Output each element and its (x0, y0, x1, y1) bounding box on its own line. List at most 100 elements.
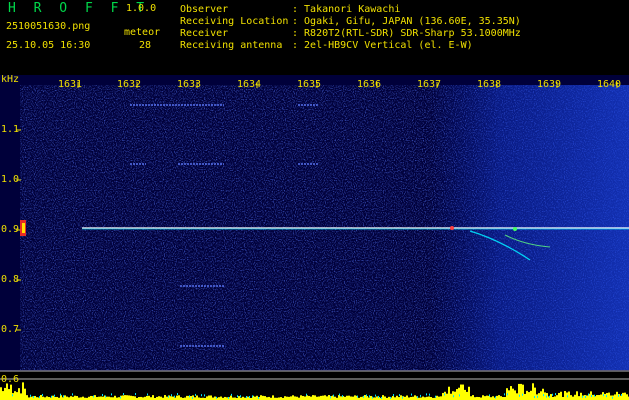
level-trace (135, 393, 136, 396)
level-trace (435, 395, 436, 398)
level-bar (2, 391, 4, 400)
level-trace (417, 396, 418, 399)
level-bar (366, 396, 368, 400)
level-trace (237, 395, 238, 398)
level-trace (258, 396, 259, 399)
level-bar (24, 388, 26, 400)
level-trace (594, 394, 595, 397)
time-label: 1638 (477, 79, 502, 90)
level-trace (618, 394, 619, 397)
level-trace (369, 395, 370, 398)
spectrogram-plot (0, 75, 629, 400)
level-bar (196, 395, 198, 400)
info-key-observer: Observer (180, 4, 229, 15)
level-trace (339, 393, 340, 396)
level-trace (420, 394, 421, 397)
mode-label: meteor (124, 27, 161, 38)
level-bar (614, 394, 616, 400)
level-bar (300, 395, 302, 400)
level-bar (376, 396, 378, 400)
header-panel: H R O F F T 1.0.0 2510051630.png meteor … (0, 0, 629, 75)
time-label: 1637 (417, 79, 442, 90)
level-bar (604, 393, 606, 400)
level-trace (549, 395, 550, 398)
level-bar (328, 395, 330, 400)
level-bar (580, 392, 582, 400)
level-bar (64, 395, 66, 400)
level-bar (440, 396, 442, 400)
level-trace (537, 395, 538, 398)
level-trace (459, 394, 460, 397)
level-trace (72, 393, 73, 396)
level-bar (172, 396, 174, 400)
level-trace (603, 394, 604, 397)
level-bar (126, 395, 128, 400)
date-time: 25.10.05 16:30 (6, 40, 91, 51)
info-value-antenna: : 2el-HB9CV Vertical (el. E-W) (292, 40, 473, 51)
level-bar (370, 395, 372, 400)
level-bar (260, 395, 262, 400)
level-bar (100, 396, 102, 400)
level-bar (488, 395, 490, 400)
level-bar (312, 395, 314, 400)
level-bar (146, 395, 148, 400)
level-trace (366, 394, 367, 397)
level-trace (168, 395, 169, 398)
level-trace (378, 395, 379, 398)
level-bar (190, 396, 192, 400)
level-trace (375, 394, 376, 397)
level-bar (94, 395, 96, 400)
level-bar (350, 396, 352, 400)
level-bar (152, 395, 154, 400)
info-value-location: : Ogaki, Gifu, JAPAN (136.60E, 35.35N) (292, 16, 521, 27)
level-bar (444, 391, 446, 400)
level-bar (406, 395, 408, 400)
level-bar (492, 396, 494, 400)
level-bar (438, 396, 440, 400)
level-bar (544, 392, 546, 400)
freq-label: 0.6 (1, 374, 20, 385)
level-bar (454, 391, 456, 400)
level-bar (302, 396, 304, 400)
level-bar (34, 395, 36, 400)
level-bar (132, 396, 134, 400)
level-trace (522, 393, 523, 396)
level-trace (399, 394, 400, 397)
level-bar (510, 386, 512, 400)
level-trace (330, 396, 331, 399)
level-bar (554, 396, 556, 400)
level-bar (400, 395, 402, 400)
meteor-head (450, 226, 454, 230)
level-bar (52, 395, 54, 400)
level-trace (489, 394, 490, 397)
level-bar (382, 395, 384, 400)
level-bar (134, 396, 136, 400)
level-bar (458, 387, 460, 400)
level-bar (40, 395, 42, 400)
level-bar (76, 396, 78, 400)
level-bar (310, 396, 312, 400)
app-version: 1.0.0 (126, 3, 157, 14)
level-trace (363, 395, 364, 398)
level-bar (6, 383, 8, 400)
level-bar (396, 395, 398, 400)
level-trace (249, 395, 250, 398)
level-bar (484, 396, 486, 400)
level-trace (585, 395, 586, 398)
level-bar (74, 395, 76, 400)
level-bar (538, 393, 540, 400)
level-bar (170, 396, 172, 400)
level-bar (526, 390, 528, 400)
level-bar (238, 396, 240, 400)
level-bar (66, 396, 68, 400)
level-trace (123, 393, 124, 396)
level-bar (496, 395, 498, 400)
level-bar (176, 395, 178, 400)
level-bar (472, 395, 474, 400)
level-bar (392, 396, 394, 400)
level-bar (12, 393, 14, 400)
level-trace (555, 393, 556, 396)
level-bar (16, 392, 18, 400)
level-trace (33, 396, 34, 399)
freq-label: 0.7 (1, 324, 20, 335)
